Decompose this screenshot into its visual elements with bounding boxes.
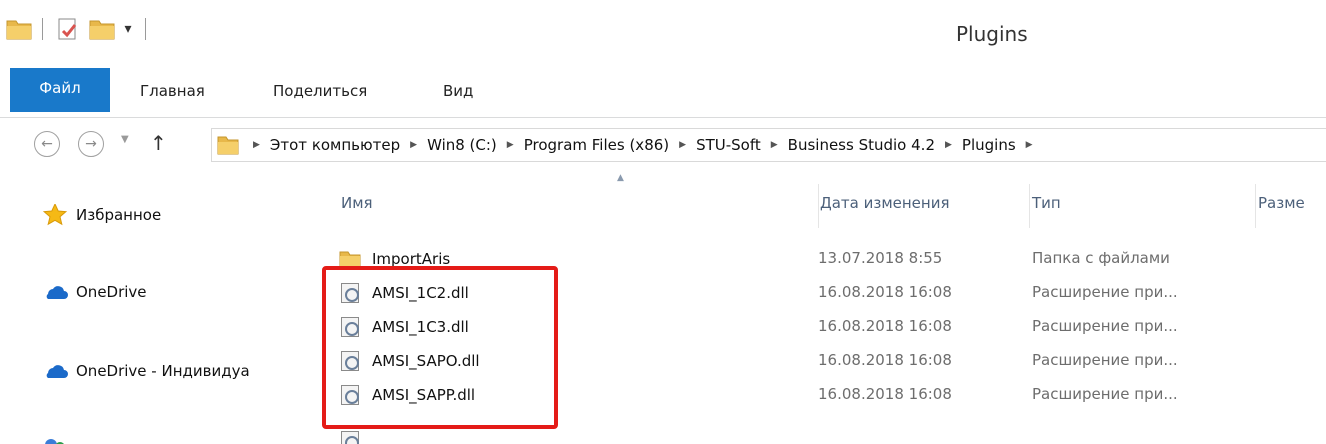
tab-view[interactable]: Вид <box>443 76 473 106</box>
toolbar-separator <box>145 18 146 40</box>
cloud-icon <box>40 360 70 382</box>
breadcrumb-drive-c[interactable]: Win8 (C:) <box>427 136 497 154</box>
toolbar-separator <box>42 18 43 40</box>
file-type: Расширение при... <box>1032 317 1178 335</box>
back-arrow-icon[interactable]: ← <box>34 131 60 157</box>
highlight-box <box>322 266 558 429</box>
breadcrumb-arrow-icon[interactable]: ▶ <box>771 140 778 150</box>
nav-item-favorites[interactable]: Избранное <box>40 204 318 226</box>
file-date: 13.07.2018 8:55 <box>818 249 943 267</box>
customize-toolbar-icon[interactable]: ▾ <box>121 21 135 37</box>
folder-icon <box>217 135 239 155</box>
breadcrumb-arrow-icon[interactable]: ▶ <box>1026 140 1033 150</box>
nav-item-label: OneDrive - Индивидуа <box>76 362 250 380</box>
breadcrumb-program-files[interactable]: Program Files (x86) <box>524 136 669 154</box>
column-header-type[interactable]: Тип <box>1030 170 1256 228</box>
file-type: Расширение при... <box>1032 283 1178 301</box>
title-bar: ▾ Plugins <box>0 0 1326 62</box>
file-type: Папка с файлами <box>1032 249 1170 267</box>
breadcrumb-arrow-icon[interactable]: ▶ <box>679 140 686 150</box>
breadcrumb-stu-soft[interactable]: STU-Soft <box>696 136 761 154</box>
tab-file[interactable]: Файл <box>10 68 110 112</box>
star-icon <box>40 204 70 226</box>
nav-item-label: OneDrive <box>76 283 147 301</box>
network-icon <box>40 434 70 444</box>
table-row-partial[interactable] <box>339 431 1326 444</box>
up-arrow-icon[interactable]: ↑ <box>150 131 167 155</box>
nav-item-label: Избранное <box>76 206 162 224</box>
navigation-bar: ← → ▼ ↑ ▶ Этот компьютер ▶ Win8 (C:) ▶ P… <box>0 118 1326 170</box>
new-folder-icon[interactable] <box>89 18 115 40</box>
ribbon-tabs: Файл Главная Поделиться Вид <box>0 62 1326 118</box>
address-bar[interactable]: ▶ Этот компьютер ▶ Win8 (C:) ▶ Program F… <box>211 128 1326 162</box>
file-type: Расширение при... <box>1032 351 1178 369</box>
column-header-name[interactable]: Имя <box>339 170 819 228</box>
breadcrumb-plugins[interactable]: Plugins <box>962 136 1016 154</box>
cloud-icon <box>40 281 70 303</box>
breadcrumb-arrow-icon[interactable]: ▶ <box>507 140 514 150</box>
breadcrumb-business-studio[interactable]: Business Studio 4.2 <box>788 136 935 154</box>
tab-home[interactable]: Главная <box>140 76 205 106</box>
breadcrumb-arrow-icon[interactable]: ▶ <box>945 140 952 150</box>
properties-icon[interactable] <box>57 17 79 41</box>
navigation-pane: Избранное OneDrive OneDrive - Индивидуа <box>0 170 318 444</box>
file-date: 16.08.2018 16:08 <box>818 317 952 335</box>
file-date: 16.08.2018 16:08 <box>818 385 952 403</box>
file-date: 16.08.2018 16:08 <box>818 351 952 369</box>
breadcrumb-this-pc[interactable]: Этот компьютер <box>270 136 400 154</box>
file-name: ImportAris <box>372 249 451 268</box>
nav-item-onedrive[interactable]: OneDrive <box>40 281 318 303</box>
dll-file-icon <box>341 431 359 444</box>
nav-item-partial[interactable] <box>40 434 318 444</box>
breadcrumb-arrow-icon[interactable]: ▶ <box>253 140 260 150</box>
breadcrumb-arrow-icon[interactable]: ▶ <box>410 140 417 150</box>
tab-share[interactable]: Поделиться <box>273 76 367 106</box>
recent-locations-icon[interactable]: ▼ <box>121 134 129 145</box>
window-title: Plugins <box>956 22 1028 46</box>
column-header-size[interactable]: Разме <box>1256 170 1326 228</box>
sort-ascending-icon: ▲ <box>617 173 624 183</box>
nav-item-onedrive-personal[interactable]: OneDrive - Индивидуа <box>40 360 318 382</box>
folder-icon[interactable] <box>6 18 32 40</box>
quick-access-toolbar: ▾ <box>0 14 156 44</box>
file-date: 16.08.2018 16:08 <box>818 283 952 301</box>
forward-arrow-icon[interactable]: → <box>78 131 104 157</box>
column-header-date[interactable]: Дата изменения <box>818 170 1030 228</box>
breadcrumb: ▶ Этот компьютер ▶ Win8 (C:) ▶ Program F… <box>243 136 1043 154</box>
file-type: Расширение при... <box>1032 385 1178 403</box>
